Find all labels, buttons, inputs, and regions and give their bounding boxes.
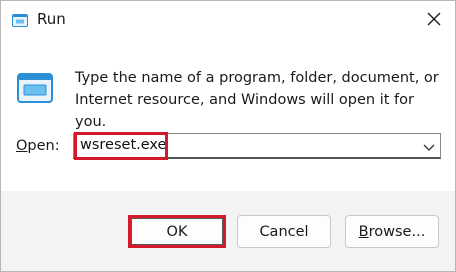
ok-button-face: OK <box>131 218 223 245</box>
ok-button[interactable]: OK <box>128 215 226 248</box>
cancel-button[interactable]: Cancel <box>237 215 331 248</box>
close-button[interactable] <box>417 6 451 34</box>
window-title: Run <box>37 10 66 28</box>
dialog-description: Type the name of a program, folder, docu… <box>75 67 445 133</box>
chevron-down-icon[interactable] <box>422 139 436 153</box>
run-app-icon <box>17 73 53 103</box>
close-icon <box>427 11 441 30</box>
dialog-body: Type the name of a program, folder, docu… <box>1 39 455 191</box>
browse-accesskey: B <box>358 223 369 240</box>
title-bar: Run <box>1 1 455 39</box>
cancel-button-label: Cancel <box>259 223 309 240</box>
browse-button[interactable]: Browse... <box>345 215 439 248</box>
ok-button-label: OK <box>166 223 188 240</box>
description-line-1: Type the name of a program, folder, docu… <box>75 70 439 86</box>
run-dialog: Run Type the name of a program, folder, … <box>0 0 456 272</box>
open-input[interactable]: wsreset.exe <box>80 137 166 153</box>
open-label-rest: pen: <box>27 138 60 154</box>
button-bar: OK Cancel Browse... <box>1 191 455 271</box>
open-label-accesskey: O <box>16 138 28 154</box>
run-app-icon <box>12 12 28 27</box>
open-label: Open: <box>16 138 60 154</box>
browse-button-label: Browse... <box>359 224 426 240</box>
open-combobox[interactable]: wsreset.exe <box>73 132 441 160</box>
description-line-2: Internet resource, and Windows will open… <box>75 92 414 130</box>
browse-label-rest: rowse... <box>368 223 426 240</box>
